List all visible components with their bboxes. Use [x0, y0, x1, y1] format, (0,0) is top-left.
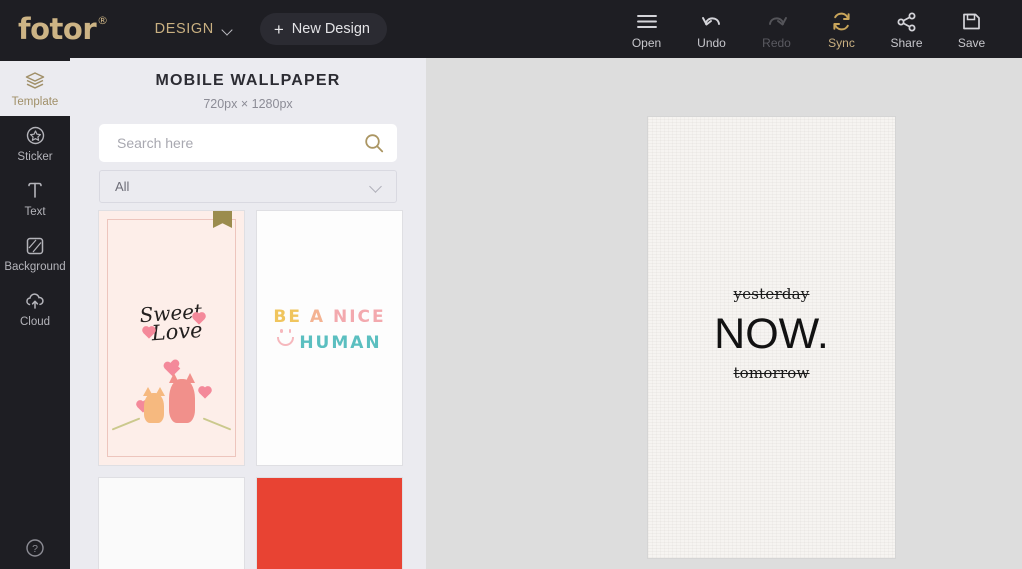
search-box[interactable] — [99, 124, 397, 162]
top-toolbar: Open Undo Redo Sync Share Save — [614, 9, 1022, 50]
sidebar-item-cloud-label: Cloud — [19, 316, 51, 328]
svg-text:?: ? — [32, 543, 38, 555]
smiley-face-icon — [277, 329, 295, 346]
left-sidebar: Template Sticker Text Background Cloud ? — [0, 58, 70, 569]
text-t-icon — [25, 179, 45, 202]
sidebar-item-cloud[interactable]: Cloud — [0, 281, 70, 336]
share-button[interactable]: Share — [874, 9, 939, 50]
panel-title: MOBILE WALLPAPER — [155, 72, 341, 89]
word-nice: NICE — [332, 307, 386, 327]
open-label: Open — [631, 35, 662, 50]
fotor-logo[interactable]: fotor® — [18, 12, 108, 46]
chevron-down-icon — [223, 26, 234, 33]
undo-arrow-icon — [700, 11, 724, 33]
logo-wordmark: fotor — [18, 12, 97, 46]
search-input[interactable] — [117, 135, 363, 151]
word-a: A — [309, 307, 326, 327]
sidebar-item-background[interactable]: Background — [0, 226, 70, 281]
canvas-text-yesterday[interactable]: yesterday — [734, 285, 810, 303]
sync-refresh-icon — [831, 11, 852, 33]
redo-label: Redo — [762, 35, 791, 50]
sidebar-item-template[interactable]: Template — [0, 61, 70, 116]
sync-label: Sync — [828, 35, 855, 50]
cloud-upload-icon — [24, 289, 46, 312]
category-filter-dropdown[interactable]: All — [99, 170, 397, 203]
word-be: BE — [273, 307, 302, 327]
share-label: Share — [890, 35, 923, 50]
template-card-sweet-love[interactable]: Sweet Love — [99, 211, 244, 465]
canvas-text-tomorrow[interactable]: tomorrow — [733, 364, 809, 382]
hatched-square-icon — [25, 234, 45, 257]
top-bar: fotor® DESIGN + New Design Open Undo Red… — [0, 0, 1022, 58]
design-dropdown[interactable]: DESIGN — [155, 21, 234, 37]
floppy-disk-icon — [962, 11, 981, 33]
sidebar-item-sticker[interactable]: Sticker — [0, 116, 70, 171]
canvas-text-group[interactable]: yesterday NOW. tomorrow — [648, 285, 895, 383]
undo-button[interactable]: Undo — [679, 9, 744, 50]
canvas-workspace[interactable]: yesterday NOW. tomorrow — [426, 58, 1022, 569]
cat-illustration-small — [143, 387, 165, 423]
template-card-be-a-nice-human[interactable]: BE A NICE HUMAN — [257, 211, 402, 465]
nice-human-line2: HUMAN — [257, 329, 402, 353]
template-panel: MOBILE WALLPAPER 720px × 1280px All Swee… — [70, 58, 426, 569]
redo-button[interactable]: Redo — [744, 9, 809, 50]
question-mark-circle-icon: ? — [25, 538, 45, 563]
sidebar-item-text[interactable]: Text — [0, 171, 70, 226]
layers-icon — [24, 69, 46, 92]
star-badge-icon — [25, 124, 46, 147]
open-button[interactable]: Open — [614, 9, 679, 50]
share-node-icon — [897, 11, 917, 33]
template-card-plain-red[interactable] — [257, 478, 402, 569]
sidebar-item-text-label: Text — [24, 206, 46, 218]
word-human: HUMAN — [299, 333, 382, 353]
new-design-label: New Design — [291, 21, 370, 37]
redo-arrow-icon — [765, 11, 789, 33]
design-dropdown-label: DESIGN — [154, 21, 214, 37]
template-grid: Sweet Love BE A NICE HUMAN — [99, 211, 411, 569]
design-canvas[interactable]: yesterday NOW. tomorrow — [648, 117, 895, 558]
save-button[interactable]: Save — [939, 9, 1004, 50]
sidebar-item-sticker-label: Sticker — [17, 151, 53, 163]
undo-label: Undo — [697, 35, 726, 50]
plus-icon: + — [273, 19, 284, 39]
logo-registered-mark: ® — [97, 14, 108, 28]
save-label: Save — [957, 35, 986, 50]
sidebar-item-background-label: Background — [4, 261, 66, 273]
category-filter-value: All — [115, 179, 130, 194]
fotor-editor-app: fotor® DESIGN + New Design Open Undo Red… — [0, 0, 1022, 569]
hamburger-menu-icon — [636, 11, 658, 33]
new-design-button[interactable]: + New Design — [259, 13, 387, 45]
help-button[interactable]: ? — [0, 538, 70, 563]
search-magnifier-icon[interactable] — [363, 132, 385, 154]
panel-dimensions: 720px × 1280px — [203, 97, 293, 111]
sidebar-item-template-label: Template — [11, 96, 59, 108]
sync-button[interactable]: Sync — [809, 9, 874, 50]
cat-illustration-large — [169, 373, 195, 423]
nice-human-line1: BE A NICE — [257, 307, 402, 327]
canvas-text-now[interactable]: NOW. — [648, 313, 895, 356]
template-card-plain-white[interactable] — [99, 478, 244, 569]
chevron-down-icon — [370, 182, 384, 191]
